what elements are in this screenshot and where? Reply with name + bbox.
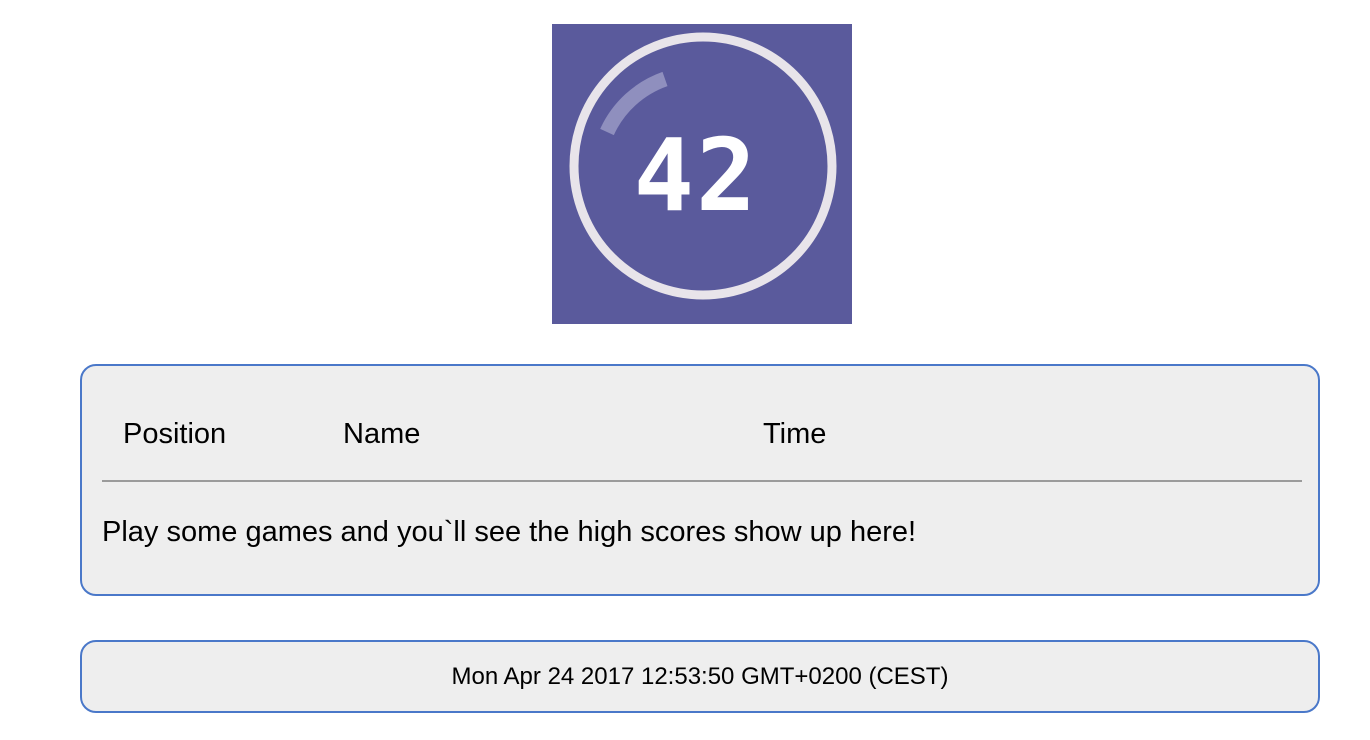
current-date-text: Mon Apr 24 2017 12:53:50 GMT+0200 (CEST) bbox=[451, 662, 949, 690]
logo-text: 42 bbox=[634, 117, 758, 234]
column-header-time: Time bbox=[763, 418, 827, 450]
header-divider bbox=[102, 480, 1302, 482]
date-panel: Mon Apr 24 2017 12:53:50 GMT+0200 (CEST) bbox=[80, 640, 1320, 713]
empty-scores-message: Play some games and you`ll see the high … bbox=[102, 516, 917, 548]
column-header-name: Name bbox=[343, 418, 421, 450]
game-logo: 42 bbox=[552, 24, 852, 324]
column-header-position: Position bbox=[123, 418, 227, 450]
high-scores-panel: Position Name Time Play some games and y… bbox=[80, 364, 1320, 596]
logo-42-icon: 42 bbox=[552, 24, 852, 324]
scores-header: Position Name Time bbox=[102, 418, 1302, 458]
